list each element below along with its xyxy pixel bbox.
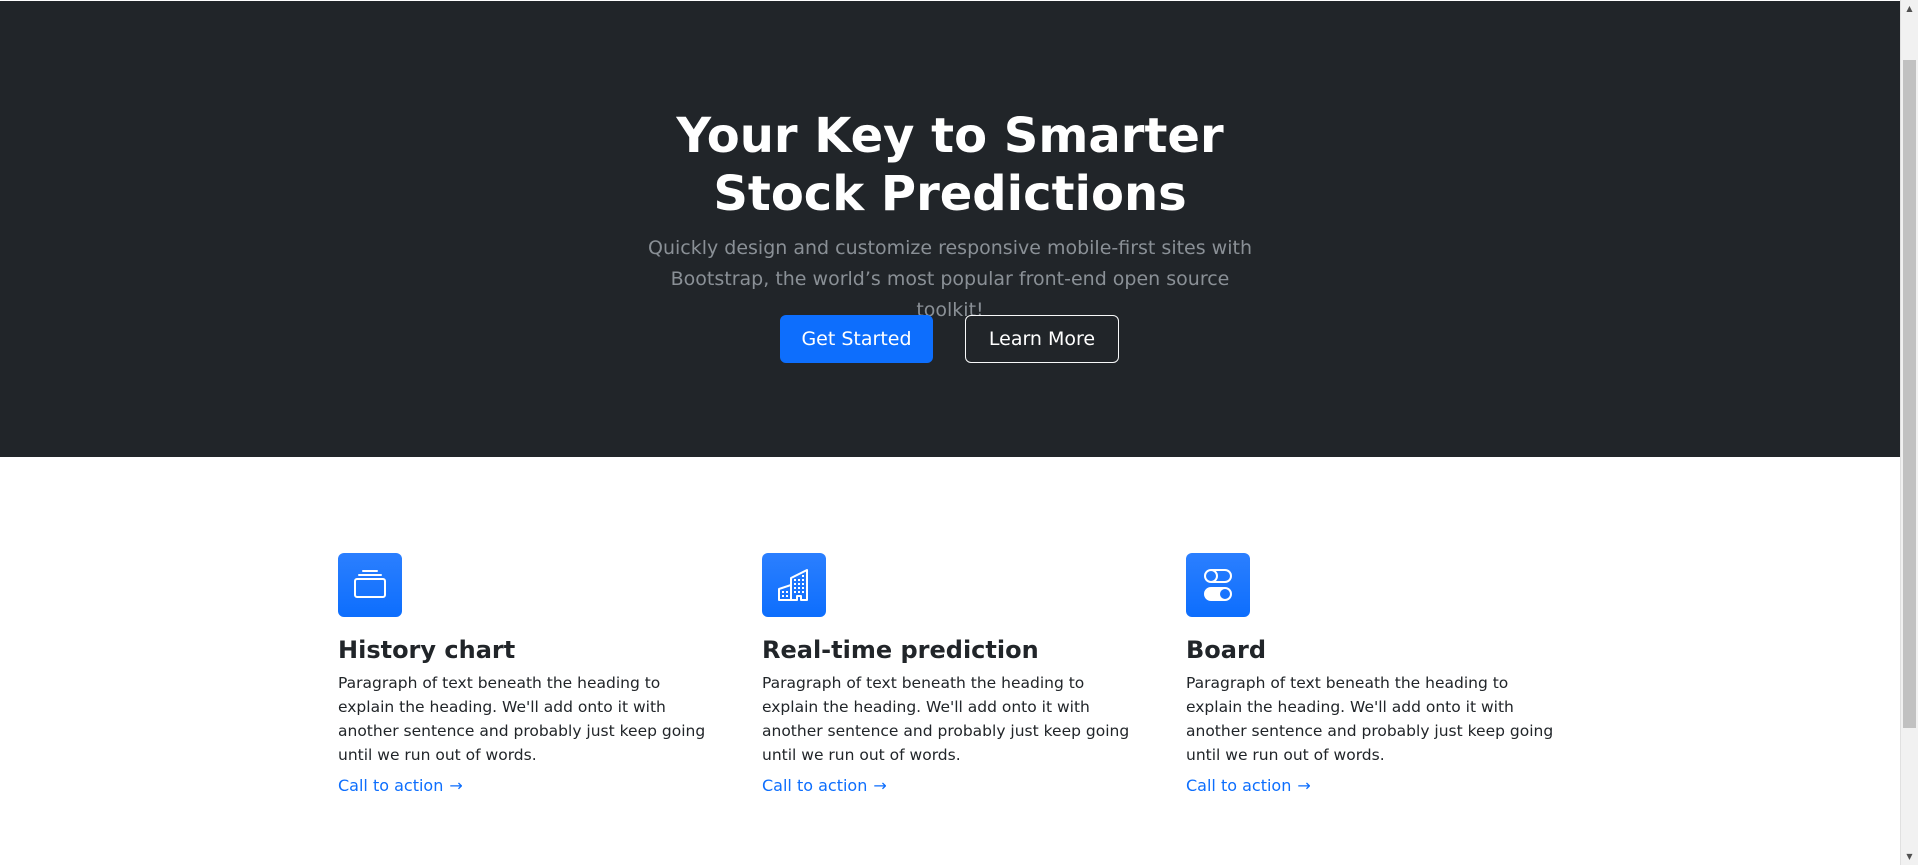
call-to-action-label: Call to action [1186,776,1292,795]
hero-lead-text: Quickly design and customize responsive … [648,237,1252,321]
arrow-right-icon: → [449,776,463,795]
scroll-down-arrow-icon[interactable]: ▼ [1901,848,1918,865]
call-to-action-link[interactable]: Call to action → [338,774,463,798]
call-to-action-link[interactable]: Call to action → [1186,774,1311,798]
feature-text: Paragraph of text beneath the heading to… [762,674,1130,764]
call-to-action-link[interactable]: Call to action → [762,774,887,798]
hero-section: Your Key to Smarter Stock Predictions Qu… [0,1,1900,457]
main-content: Your Key to Smarter Stock Predictions Qu… [0,0,1900,865]
arrow-right-icon: → [1297,776,1311,795]
learn-more-button[interactable]: Learn More [965,315,1119,363]
hero-title: Your Key to Smarter Stock Predictions [0,107,1900,223]
building-icon [762,553,826,617]
call-to-action-label: Call to action [338,776,444,795]
toggles-icon [1186,553,1250,617]
hero-title-line1: Your Key to Smarter [676,108,1224,164]
feature-text: Paragraph of text beneath the heading to… [1186,674,1554,764]
hero-title-line2: Stock Predictions [713,166,1187,222]
collection-icon [338,553,402,617]
feature-title: Real-time prediction [762,636,1039,664]
scrollbar-thumb[interactable] [1903,60,1916,728]
scroll-up-arrow-icon[interactable]: ▲ [1901,0,1918,17]
page: Your Key to Smarter Stock Predictions Qu… [0,0,1918,865]
feature-text: Paragraph of text beneath the heading to… [338,674,706,764]
vertical-scrollbar[interactable]: ▲ ▼ [1900,0,1918,865]
get-started-button[interactable]: Get Started [780,315,933,363]
feature-title: History chart [338,636,516,664]
feature-title: Board [1186,636,1266,664]
call-to-action-label: Call to action [762,776,868,795]
arrow-right-icon: → [873,776,887,795]
